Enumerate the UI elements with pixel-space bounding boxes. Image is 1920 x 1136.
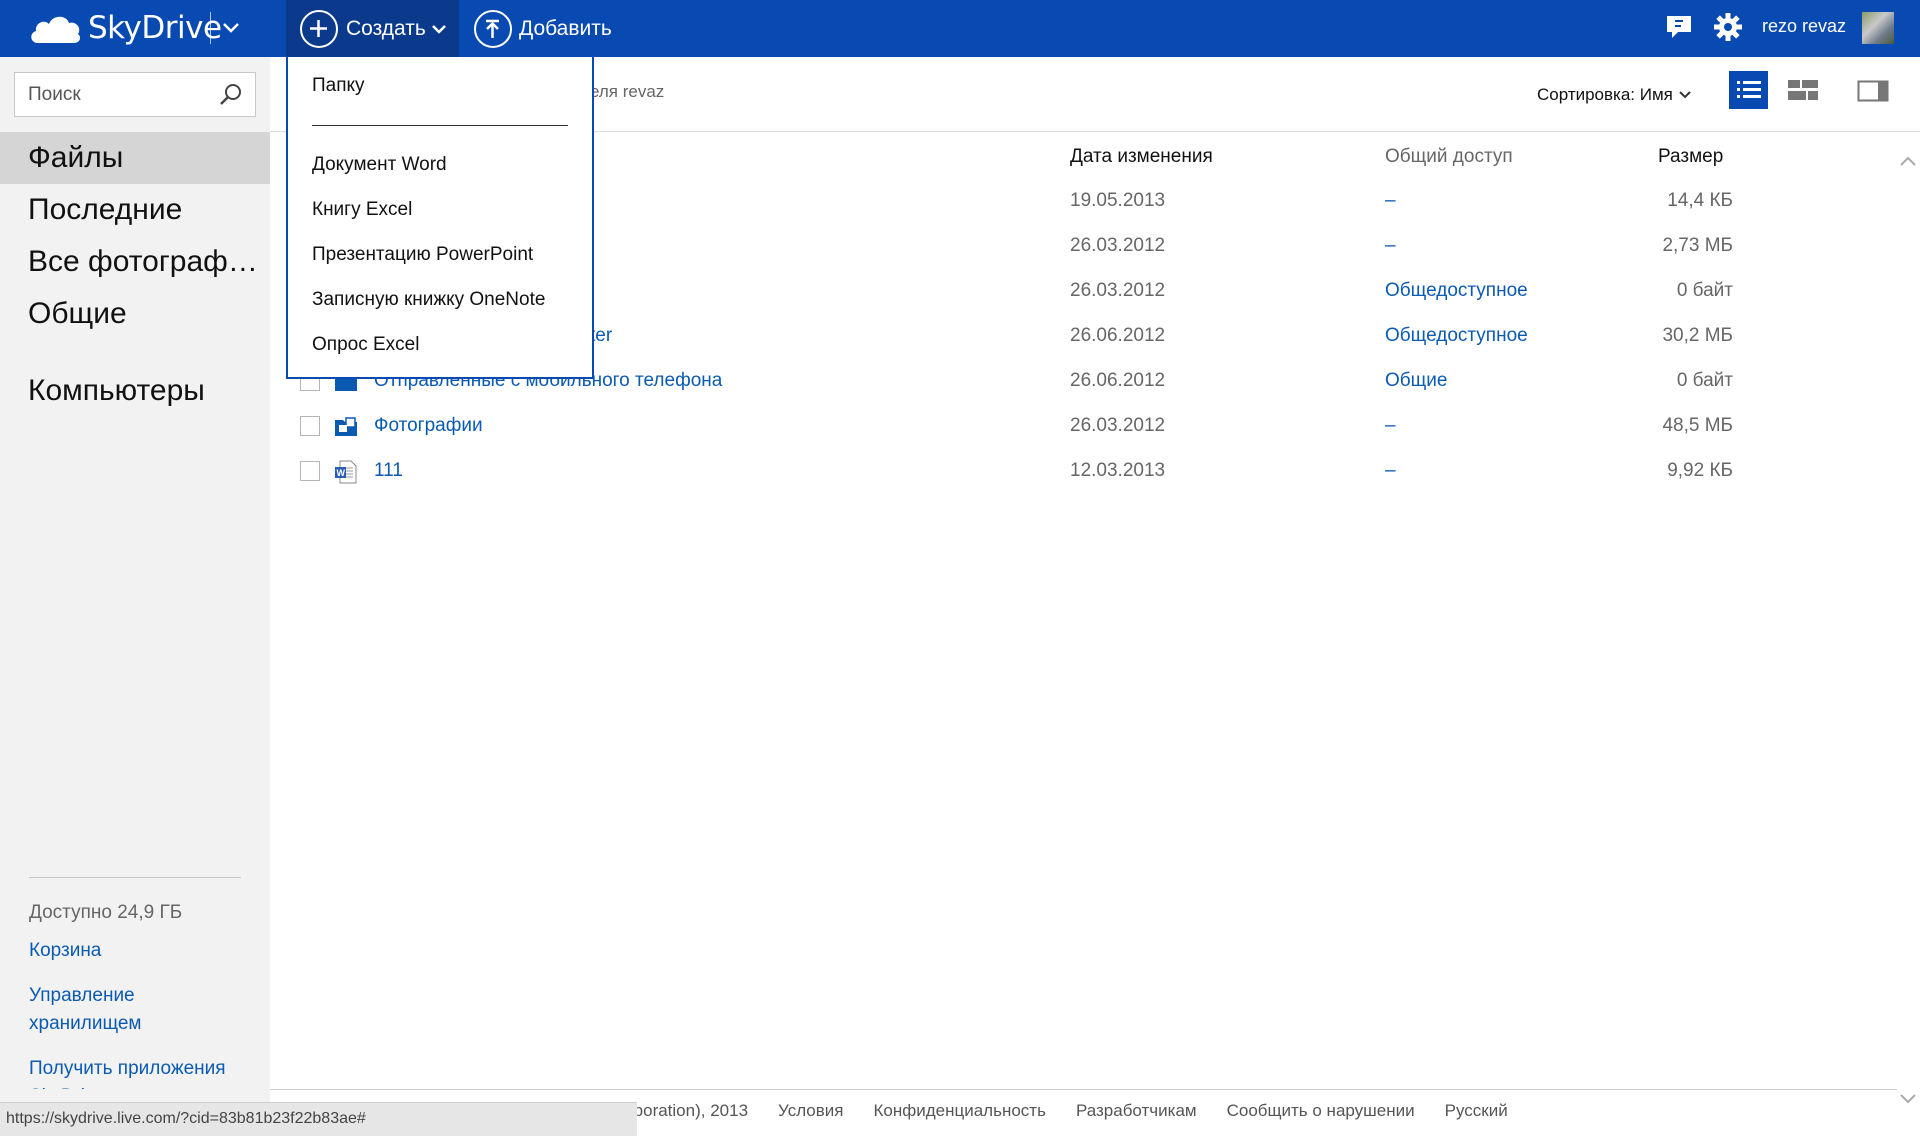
- modified-date: 12.03.2013: [1070, 460, 1166, 481]
- recycle-bin-link[interactable]: Корзина: [29, 937, 101, 965]
- footer-link-developers[interactable]: Разработчикам: [1076, 1101, 1197, 1121]
- modified-date: 26.06.2012: [1070, 325, 1166, 346]
- file-size: 2,73 МБ: [1662, 235, 1733, 256]
- list-view-button[interactable]: [1729, 71, 1768, 109]
- plus-circle-icon: [300, 9, 338, 48]
- file-name[interactable]: 111: [374, 460, 403, 482]
- menu-item-excel-survey[interactable]: Опрос Excel: [312, 334, 419, 356]
- search-input[interactable]: [15, 73, 205, 116]
- sidebar-item-all-photos[interactable]: Все фотограф…: [0, 236, 270, 288]
- footer-link-terms[interactable]: Условия: [778, 1101, 843, 1121]
- sidebar-nav: Файлы Последние Все фотограф… Общие Комп…: [0, 132, 270, 417]
- avatar[interactable]: [1862, 12, 1894, 44]
- chevron-down-icon: [431, 24, 446, 34]
- sort-dropdown[interactable]: Сортировка: Имя: [1537, 85, 1692, 105]
- logo-divider: [210, 12, 211, 44]
- upload-circle-icon: [474, 9, 512, 48]
- sharing-status[interactable]: –: [1385, 415, 1396, 437]
- get-apps-link[interactable]: Получить приложения SkyDrive: [29, 1055, 249, 1089]
- file-size: 14,4 КБ: [1667, 190, 1733, 211]
- menu-item-powerpoint-presentation[interactable]: Презентацию PowerPoint: [312, 244, 533, 266]
- feedback-icon[interactable]: [1664, 13, 1694, 41]
- file-size: 0 байт: [1676, 280, 1733, 301]
- top-bar: SkyDrive Создать Добавить rezo revaz: [0, 0, 1920, 57]
- gear-icon[interactable]: [1713, 12, 1743, 42]
- sharing-status[interactable]: –: [1385, 460, 1396, 482]
- chevron-down-icon: [1679, 91, 1691, 99]
- footer-divider: [270, 1089, 1897, 1090]
- footer-link-privacy[interactable]: Конфиденциальность: [874, 1101, 1046, 1121]
- app-name: SkyDrive: [88, 10, 222, 46]
- sharing-status[interactable]: –: [1385, 235, 1396, 257]
- search-box: [14, 72, 256, 117]
- scrollbar[interactable]: [1897, 131, 1920, 1111]
- skydrive-logo[interactable]: SkyDrive: [28, 8, 222, 48]
- file-name[interactable]: Фотографии: [374, 415, 483, 437]
- svg-text:W: W: [337, 468, 346, 478]
- username[interactable]: rezo revaz: [1762, 16, 1846, 37]
- copyright: rporation), 2013: [628, 1101, 749, 1120]
- chevron-down-icon[interactable]: [219, 14, 243, 42]
- table-row[interactable]: Фотографии 26.03.2012 – 48,5 МБ: [270, 404, 1920, 449]
- manage-storage-link[interactable]: Управление хранилищем: [29, 982, 179, 1038]
- column-header-modified[interactable]: Дата изменения: [1070, 146, 1213, 168]
- footer: rporation), 2013 Условия Конфиденциально…: [628, 1101, 1538, 1121]
- menu-item-onenote-notebook[interactable]: Записную книжку OneNote: [312, 289, 545, 311]
- breadcrumb[interactable]: еля revaz: [590, 82, 664, 102]
- list-view-icon: [1736, 81, 1761, 98]
- modified-date: 26.06.2012: [1070, 370, 1166, 391]
- storage-quota: Доступно 24,9 ГБ: [29, 902, 183, 923]
- sidebar-item-files[interactable]: Файлы: [0, 132, 270, 184]
- file-size: 30,2 МБ: [1662, 325, 1733, 346]
- create-button[interactable]: Создать: [286, 0, 459, 57]
- cloud-icon: [31, 16, 81, 43]
- menu-divider: [312, 125, 568, 126]
- scroll-up-icon[interactable]: [1899, 155, 1917, 167]
- search-icon[interactable]: [219, 83, 243, 107]
- file-size: 9,92 КБ: [1667, 460, 1733, 481]
- modified-date: 19.05.2013: [1070, 190, 1166, 211]
- file-size: 0 байт: [1676, 370, 1733, 391]
- column-header-size[interactable]: Размер: [1658, 146, 1723, 168]
- sidebar-item-recent[interactable]: Последние: [0, 184, 270, 236]
- menu-item-folder[interactable]: Папку: [312, 75, 365, 97]
- upload-label: Добавить: [519, 16, 612, 40]
- create-menu: Папку Документ Word Книгу Excel Презента…: [286, 57, 594, 379]
- sidebar-divider: [29, 877, 241, 878]
- details-pane-icon[interactable]: [1857, 79, 1889, 103]
- sharing-status[interactable]: Общедоступное: [1385, 280, 1528, 302]
- sharing-status[interactable]: –: [1385, 190, 1396, 212]
- footer-link-language[interactable]: Русский: [1445, 1101, 1508, 1121]
- menu-item-excel-workbook[interactable]: Книгу Excel: [312, 199, 412, 221]
- sharing-status[interactable]: Общие: [1385, 370, 1447, 392]
- thumbnails-view-icon[interactable]: [1787, 78, 1819, 102]
- row-checkbox[interactable]: [300, 461, 320, 481]
- upload-button[interactable]: Добавить: [474, 0, 612, 57]
- sharing-status[interactable]: Общедоступное: [1385, 325, 1528, 347]
- file-size: 48,5 МБ: [1662, 415, 1733, 436]
- modified-date: 26.03.2012: [1070, 415, 1166, 436]
- sidebar-item-shared[interactable]: Общие: [0, 288, 270, 340]
- sidebar: Файлы Последние Все фотограф… Общие Комп…: [0, 57, 270, 1136]
- word-doc-icon: W: [335, 460, 357, 484]
- photo-folder-icon: [335, 417, 357, 436]
- row-checkbox[interactable]: [300, 416, 320, 436]
- sidebar-item-computers[interactable]: Компьютеры: [0, 365, 270, 417]
- sort-label: Сортировка: Имя: [1537, 85, 1673, 104]
- modified-date: 26.03.2012: [1070, 280, 1166, 301]
- menu-item-word-document[interactable]: Документ Word: [312, 154, 447, 176]
- footer-link-report-abuse[interactable]: Сообщить о нарушении: [1227, 1101, 1415, 1121]
- scroll-down-icon[interactable]: [1899, 1093, 1917, 1105]
- modified-date: 26.03.2012: [1070, 235, 1166, 256]
- create-label: Создать: [346, 16, 426, 40]
- table-row[interactable]: W 111 12.03.2013 – 9,92 КБ: [270, 449, 1920, 494]
- status-bar-url: https://skydrive.live.com/?cid=83b81b23f…: [0, 1102, 637, 1136]
- column-header-sharing[interactable]: Общий доступ: [1385, 146, 1513, 168]
